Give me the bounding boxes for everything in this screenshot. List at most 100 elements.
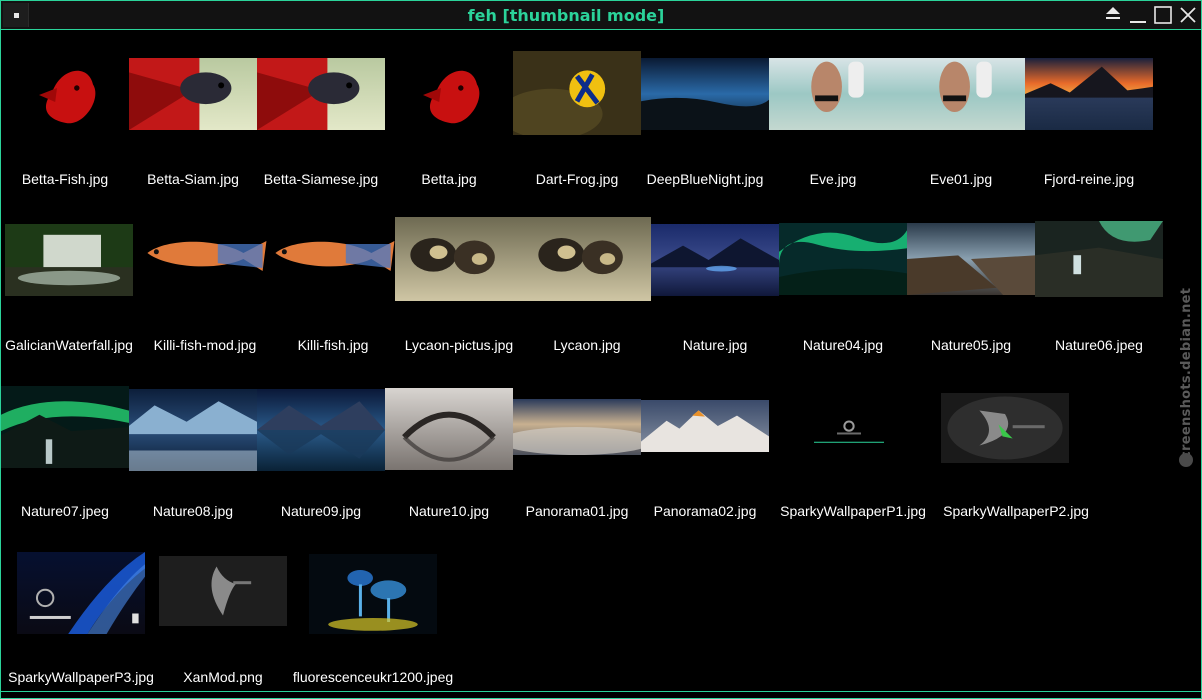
- thumbnail-item[interactable]: Killi-fish-mod.jpg: [141, 216, 269, 357]
- thumbnail-filename: Eve01.jpg: [929, 171, 993, 187]
- thumbnail-item[interactable]: Killi-fish.jpg: [269, 216, 397, 357]
- thumbnail-item[interactable]: Nature08.jpg: [129, 382, 257, 523]
- thumbnail-item[interactable]: DeepBlueNight.jpg: [641, 50, 769, 191]
- thumbnail-item[interactable]: Nature.jpg: [651, 216, 779, 357]
- thumbnail-item[interactable]: Nature04.jpg: [779, 216, 907, 357]
- thumbnail-image[interactable]: [779, 223, 907, 295]
- thumbnail-image[interactable]: [799, 400, 899, 458]
- thumbnail-filename: XanMod.png: [183, 669, 263, 685]
- thumbnail-filename: fluorescenceukr1200.jpeg: [292, 669, 454, 685]
- minimize-button[interactable]: [1127, 4, 1149, 26]
- thumbnail-item[interactable]: SparkyWallpaperP1.jpg: [779, 382, 926, 523]
- thumbnail-image[interactable]: [129, 389, 257, 471]
- thumbnail-image[interactable]: [141, 226, 269, 286]
- thumbnail-item[interactable]: fluorescenceukr1200.jpeg: [293, 548, 453, 689]
- thumbnail-image[interactable]: [513, 51, 641, 135]
- thumbnail-filename: SparkyWallpaperP1.jpg: [780, 503, 926, 519]
- thumbnail-image[interactable]: [159, 556, 287, 626]
- close-icon: [1180, 7, 1196, 23]
- thumbnail-image[interactable]: [395, 217, 523, 301]
- thumbnail-image[interactable]: [513, 399, 641, 455]
- thumbnail-filename: Killi-fish-mod.jpg: [153, 337, 257, 353]
- watermark-text: screenshots.debian.net: [1179, 287, 1194, 467]
- window-menu-button[interactable]: [3, 3, 29, 27]
- thumbnail-image[interactable]: [907, 223, 1035, 295]
- thumbnail-item[interactable]: Nature07.jpeg: [1, 382, 129, 523]
- maximize-button[interactable]: [1152, 4, 1174, 26]
- thumbnail-image[interactable]: [309, 554, 437, 634]
- thumbnail-image[interactable]: [1, 386, 129, 468]
- thumbnail-grid: Betta-Fish.jpg Betta-Siam.jpg Betta-Siam…: [1, 30, 1201, 690]
- thumbnail-item[interactable]: Eve01.jpg: [897, 50, 1025, 191]
- thumbnail-filename: Nature09.jpg: [280, 503, 362, 519]
- thumbnail-filename: Fjord-reine.jpg: [1043, 171, 1135, 187]
- shade-button[interactable]: [1102, 4, 1124, 26]
- thumbnail-filename: Lycaon-pictus.jpg: [404, 337, 514, 353]
- title-bar[interactable]: feh [thumbnail mode]: [1, 1, 1201, 30]
- thumbnail-image[interactable]: [769, 58, 897, 130]
- thumbnail-filename: Killi-fish.jpg: [297, 337, 369, 353]
- thumbnail-filename: Nature10.jpg: [408, 503, 490, 519]
- watermark: screenshots.debian.net: [1173, 231, 1201, 481]
- thumbnail-filename: Nature05.jpg: [930, 337, 1012, 353]
- thumbnail-image[interactable]: [385, 388, 513, 470]
- bottom-border: [1, 691, 1201, 698]
- thumbnail-filename: Nature06.jpeg: [1055, 337, 1143, 353]
- thumbnail-filename: DeepBlueNight.jpg: [646, 171, 764, 187]
- thumbnail-item[interactable]: Lycaon.jpg: [523, 216, 651, 357]
- thumbnail-image[interactable]: [1035, 221, 1163, 297]
- thumbnail-image[interactable]: [257, 389, 385, 471]
- thumbnail-filename: Betta-Fish.jpg: [21, 171, 109, 187]
- thumbnail-filename: Nature07.jpeg: [21, 503, 109, 519]
- thumbnail-item[interactable]: Betta-Fish.jpg: [1, 50, 129, 191]
- thumbnail-image[interactable]: [269, 226, 397, 286]
- shade-icon: [1106, 7, 1120, 19]
- thumbnail-item[interactable]: Betta.jpg: [385, 50, 513, 191]
- minimize-icon: [1130, 21, 1146, 23]
- feh-window: feh [thumbnail mode] Betta-Fish.jpg Bett…: [0, 0, 1202, 699]
- thumbnail-image[interactable]: [651, 224, 779, 296]
- thumbnail-image[interactable]: [257, 58, 385, 130]
- thumbnail-filename: Betta-Siam.jpg: [147, 171, 239, 187]
- thumbnail-item[interactable]: Eve.jpg: [769, 50, 897, 191]
- thumbnail-item[interactable]: GalicianWaterfall.jpg: [1, 216, 133, 357]
- thumbnail-item[interactable]: XanMod.png: [159, 548, 287, 689]
- thumbnail-image[interactable]: [523, 217, 651, 301]
- thumbnail-filename: Betta-Siamese.jpg: [263, 171, 379, 187]
- thumbnail-item[interactable]: Betta-Siam.jpg: [129, 50, 257, 191]
- thumbnail-image[interactable]: [5, 224, 133, 296]
- thumbnail-item[interactable]: Nature05.jpg: [907, 216, 1035, 357]
- thumbnail-item[interactable]: SparkyWallpaperP2.jpg: [941, 382, 1089, 523]
- thumbnail-image[interactable]: [1025, 58, 1153, 130]
- thumbnail-filename: Panorama02.jpg: [653, 503, 757, 519]
- thumbnail-item[interactable]: SparkyWallpaperP3.jpg: [8, 548, 154, 689]
- thumbnail-filename: SparkyWallpaperP3.jpg: [8, 669, 154, 685]
- thumbnail-filename: GalicianWaterfall.jpg: [5, 337, 133, 353]
- thumbnail-filename: Nature04.jpg: [802, 337, 884, 353]
- thumbnail-item[interactable]: Panorama02.jpg: [641, 382, 769, 523]
- maximize-icon: [1154, 6, 1172, 24]
- thumbnail-item[interactable]: Fjord-reine.jpg: [1025, 50, 1153, 191]
- thumbnail-filename: Betta.jpg: [421, 171, 477, 187]
- thumbnail-filename: Dart-Frog.jpg: [535, 171, 619, 187]
- thumbnail-filename: Lycaon.jpg: [553, 337, 621, 353]
- thumbnail-item[interactable]: Lycaon-pictus.jpg: [395, 216, 523, 357]
- thumbnail-image[interactable]: [17, 552, 145, 634]
- thumbnail-image[interactable]: [641, 58, 769, 130]
- thumbnail-filename: Panorama01.jpg: [525, 503, 629, 519]
- thumbnail-image[interactable]: [21, 60, 111, 130]
- thumbnail-item[interactable]: Betta-Siamese.jpg: [257, 50, 385, 191]
- thumbnail-filename: SparkyWallpaperP2.jpg: [943, 503, 1089, 519]
- thumbnail-item[interactable]: Panorama01.jpg: [513, 382, 641, 523]
- thumbnail-image[interactable]: [897, 58, 1025, 130]
- thumbnail-item[interactable]: Nature09.jpg: [257, 382, 385, 523]
- thumbnail-image[interactable]: [405, 60, 495, 130]
- thumbnail-image[interactable]: [941, 393, 1069, 463]
- thumbnail-item[interactable]: Nature06.jpeg: [1035, 216, 1163, 357]
- thumbnail-image[interactable]: [641, 400, 769, 452]
- thumbnail-image[interactable]: [129, 58, 257, 130]
- close-button[interactable]: [1177, 4, 1199, 26]
- thumbnail-item[interactable]: Nature10.jpg: [385, 382, 513, 523]
- thumbnail-filename: Nature.jpg: [682, 337, 748, 353]
- thumbnail-item[interactable]: Dart-Frog.jpg: [513, 50, 641, 191]
